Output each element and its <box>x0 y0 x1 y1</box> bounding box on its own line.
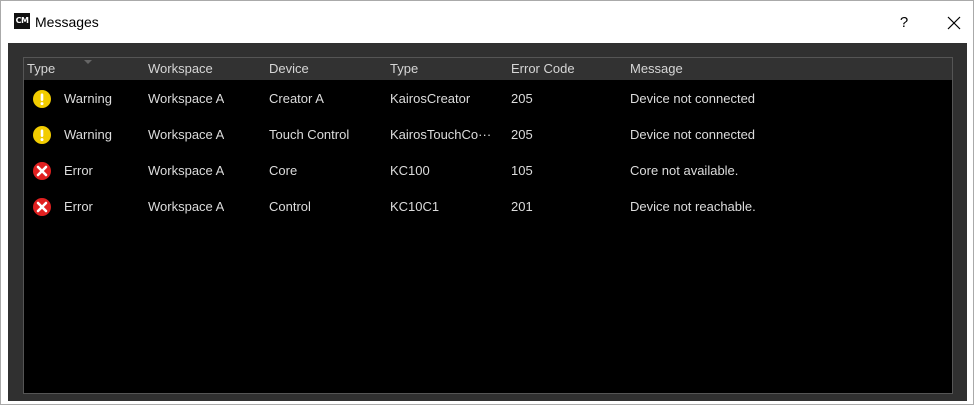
cell-type: Error <box>64 163 93 178</box>
table-row[interactable]: Error Workspace A Control KC10C1 201 Device n… <box>24 189 952 225</box>
close-button[interactable] <box>939 9 969 37</box>
table-row[interactable]: Error Workspace A Core KC100 105 Core not ava… <box>24 153 952 189</box>
cell-message: Device not reachable. <box>630 199 756 214</box>
column-header-device-type[interactable]: Type <box>390 58 418 80</box>
cell-workspace: Workspace A <box>148 127 225 142</box>
sort-indicator-icon <box>84 60 92 64</box>
cell-error-code: 205 <box>511 91 533 106</box>
cell-message: Core not available. <box>630 163 739 178</box>
cell-error-code: 201 <box>511 199 533 214</box>
error-icon <box>33 162 51 180</box>
cell-device-type: KC10C1 <box>390 199 440 214</box>
cell-workspace: Workspace A <box>148 199 225 214</box>
cell-type: Warning <box>64 91 112 106</box>
cell-device-type: KC100 <box>390 163 430 178</box>
cell-message: Device not connected <box>630 127 756 142</box>
cell-type: Warning <box>64 127 112 142</box>
app-logo: CM <box>14 13 30 29</box>
cell-type: Error <box>64 199 93 214</box>
content-area: Type Workspace Device Type Error Code Me… <box>8 43 967 401</box>
title-bar[interactable]: CM Messages ? <box>1 1 973 43</box>
column-header-error-code[interactable]: Error Code <box>511 58 575 80</box>
cell-error-code: 105 <box>511 163 533 178</box>
cell-message: Device not connected <box>630 91 756 106</box>
column-header-workspace[interactable]: Workspace <box>148 58 213 80</box>
cell-device: Core <box>269 163 298 178</box>
messages-window: CM Messages ? Type Workspace Device Type… <box>0 0 974 405</box>
cell-device-type: KairosCreator <box>390 91 471 106</box>
close-icon <box>947 16 961 30</box>
warning-icon <box>33 126 51 144</box>
cell-device-type: KairosTouchCo··· <box>390 127 492 142</box>
table-row[interactable]: Warning Workspace A Touch Control KairosTou… <box>24 117 952 153</box>
column-header-message[interactable]: Message <box>630 58 683 80</box>
cell-workspace: Workspace A <box>148 91 225 106</box>
error-icon <box>33 198 51 216</box>
cell-device: Touch Control <box>269 127 350 142</box>
cell-error-code: 205 <box>511 127 533 142</box>
cell-workspace: Workspace A <box>148 163 225 178</box>
table-header: Type Workspace Device Type Error Code Me… <box>24 58 952 80</box>
table-row[interactable]: Warning Workspace A Creator A KairosCreator… <box>24 81 952 117</box>
messages-table: Type Workspace Device Type Error Code Me… <box>23 57 953 394</box>
window-title: Messages <box>35 14 99 30</box>
cell-device: Control <box>269 199 311 214</box>
cell-device: Creator A <box>269 91 324 106</box>
help-button[interactable]: ? <box>889 9 919 37</box>
column-header-type[interactable]: Type <box>27 58 55 80</box>
column-header-device[interactable]: Device <box>269 58 309 80</box>
warning-icon <box>33 90 51 108</box>
